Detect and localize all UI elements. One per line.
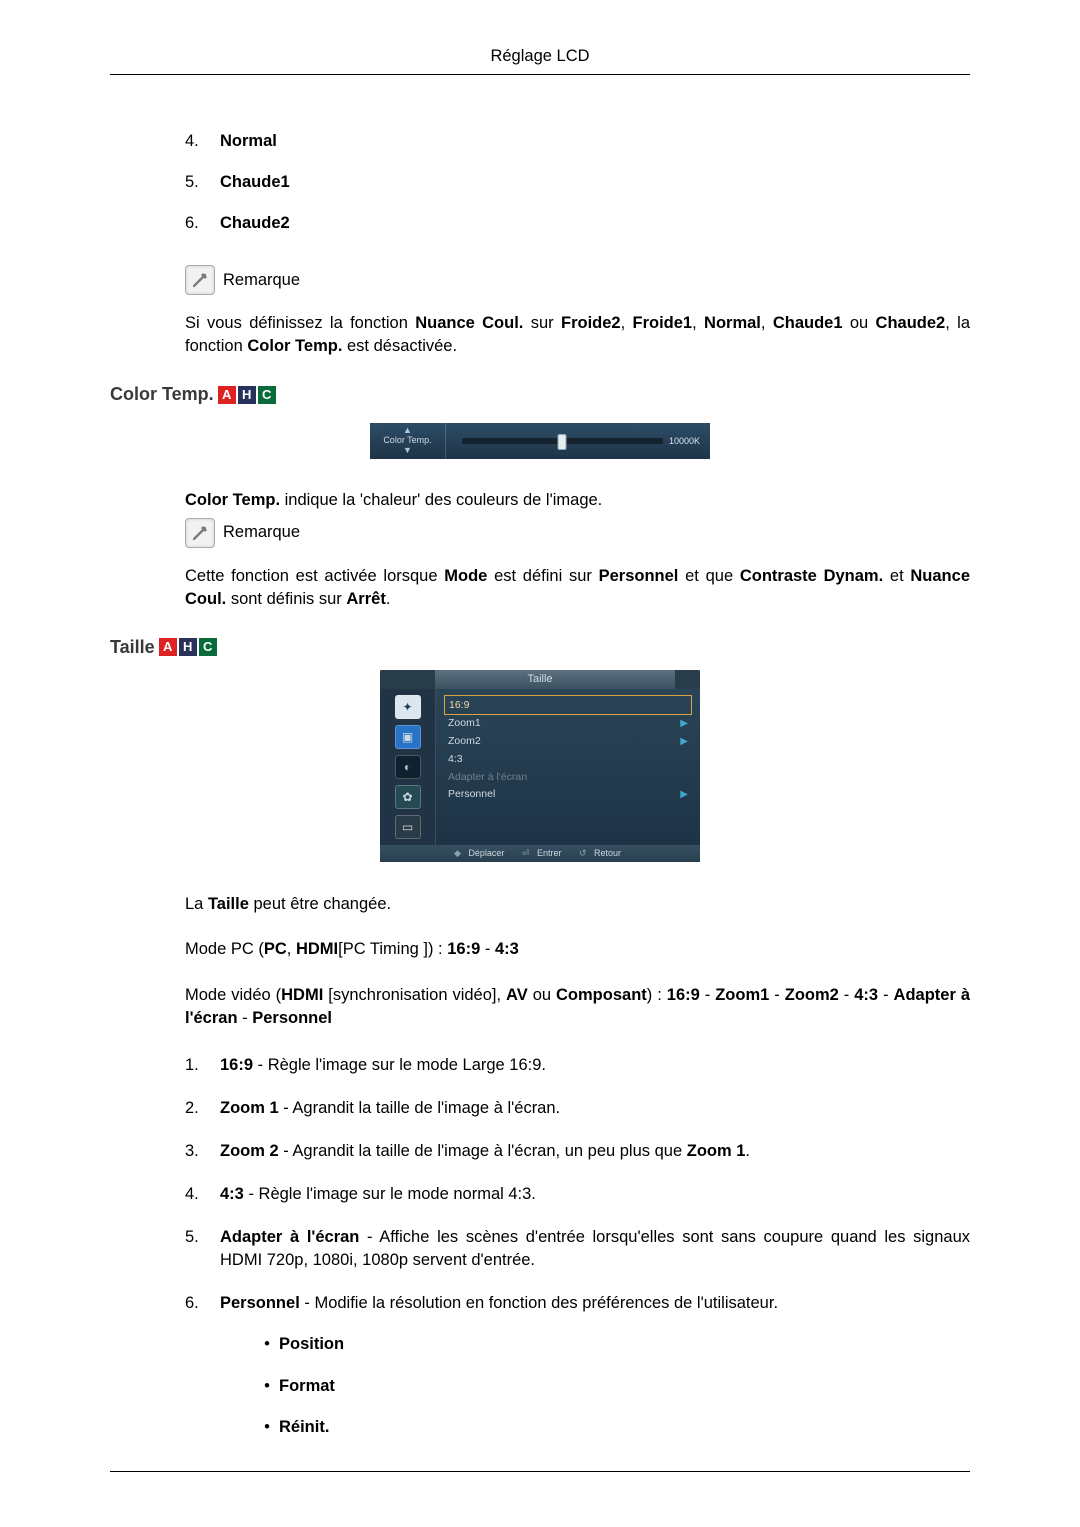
- list-item: 2. Zoom 1 - Agrandit la taille de l'imag…: [185, 1097, 970, 1120]
- badge-a-icon: A: [218, 386, 236, 404]
- slider-value: 10000K: [669, 435, 700, 448]
- badge-a-icon: A: [159, 638, 177, 656]
- list-item: 4. Normal: [185, 130, 970, 153]
- list-label: Chaude2: [220, 212, 290, 235]
- list-item: 1. 16:9 - Règle l'image sur le mode Larg…: [185, 1054, 970, 1077]
- osd-menu-title: Taille: [527, 673, 552, 685]
- colortemp-osd-panel: ▲ Color Temp. ▼ 10000K: [370, 423, 710, 459]
- note-label: Remarque: [223, 521, 300, 544]
- osd-tab-icon: ▣: [395, 725, 421, 749]
- osd-footer: ◆ Déplacer ⏎ Entrer ↺ Retour: [380, 845, 700, 862]
- list-item: Réinit.: [255, 1416, 970, 1439]
- taille-mode-pc: Mode PC (PC, HDMI[PC Timing ]) : 16:9 - …: [185, 938, 970, 961]
- list-item: 3. Zoom 2 - Agrandit la taille de l'imag…: [185, 1140, 970, 1163]
- personnel-sublist: Position Format Réinit.: [255, 1333, 970, 1438]
- list-item: 5. Chaude1: [185, 171, 970, 194]
- osd-menu-list: 16:9 Zoom1▶ Zoom2▶ 4:3 Adapter à l'écran…: [436, 689, 700, 845]
- taille-mode-video: Mode vidéo (HDMI [synchronisation vidéo]…: [185, 984, 970, 1030]
- list-item: 4. 4:3 - Règle l'image sur le mode norma…: [185, 1183, 970, 1206]
- page-header: Réglage LCD: [110, 45, 970, 75]
- list-item: Format: [255, 1375, 970, 1398]
- osd-icon-column: ✦ ▣ ◐ ✿ ▭: [380, 689, 436, 845]
- osd-tab-icon: ▭: [395, 815, 421, 839]
- list-label: Normal: [220, 130, 277, 153]
- list-item: 6. Personnel - Modifie la résolution en …: [185, 1292, 970, 1456]
- list-number: 6.: [185, 212, 220, 235]
- taille-osd-panel: Taille ✦ ▣ ◐ ✿ ▭ 16:9 Zoom1▶ Zoom2▶ 4:3 …: [380, 670, 700, 862]
- list-item: Position: [255, 1333, 970, 1356]
- chevron-right-icon: ▶: [680, 735, 688, 749]
- osd-menu-item: 16:9: [444, 695, 692, 715]
- osd-menu-item: Adapter à l'écran: [444, 768, 692, 786]
- note-label: Remarque: [223, 269, 300, 292]
- list-item: 6. Chaude2: [185, 212, 970, 235]
- section-title-colortemp: Color Temp. A H C: [110, 382, 970, 407]
- taille-option-list: 1. 16:9 - Règle l'image sur le mode Larg…: [185, 1054, 970, 1457]
- list-number: 4.: [185, 130, 220, 153]
- note-paragraph: Si vous définissez la fonction Nuance Co…: [185, 312, 970, 358]
- color-tone-list: 4. Normal 5. Chaude1 6. Chaude2: [185, 130, 970, 235]
- note-icon: [185, 518, 215, 548]
- osd-menu-item: Personnel▶: [444, 786, 692, 804]
- badge-c-icon: C: [258, 386, 276, 404]
- chevron-right-icon: ▶: [680, 717, 688, 731]
- arrow-down-icon: ▼: [403, 446, 412, 456]
- note-icon: [185, 265, 215, 295]
- footer-rule: [110, 1471, 970, 1472]
- badge-c-icon: C: [199, 638, 217, 656]
- badge-h-icon: H: [238, 386, 256, 404]
- section-title-taille: Taille A H C: [110, 635, 970, 660]
- colortemp-desc: Color Temp. indique la 'chaleur' des cou…: [185, 489, 970, 512]
- osd-menu-item: Zoom2▶: [444, 733, 692, 751]
- osd-menu-item: Zoom1▶: [444, 715, 692, 733]
- list-number: 5.: [185, 171, 220, 194]
- list-item: 5. Adapter à l'écran - Affiche les scène…: [185, 1226, 970, 1272]
- osd-tab-icon: ◐: [395, 755, 421, 779]
- list-label: Chaude1: [220, 171, 290, 194]
- note-paragraph: Cette fonction est activée lorsque Mode …: [185, 565, 970, 611]
- osd-tab-icon: ✿: [395, 785, 421, 809]
- slider-track: [462, 438, 663, 444]
- badge-h-icon: H: [179, 638, 197, 656]
- osd-menu-item: 4:3: [444, 750, 692, 768]
- chevron-right-icon: ▶: [680, 788, 688, 802]
- taille-intro: La Taille peut être changée.: [185, 893, 970, 916]
- osd-tab-icon: ✦: [395, 695, 421, 719]
